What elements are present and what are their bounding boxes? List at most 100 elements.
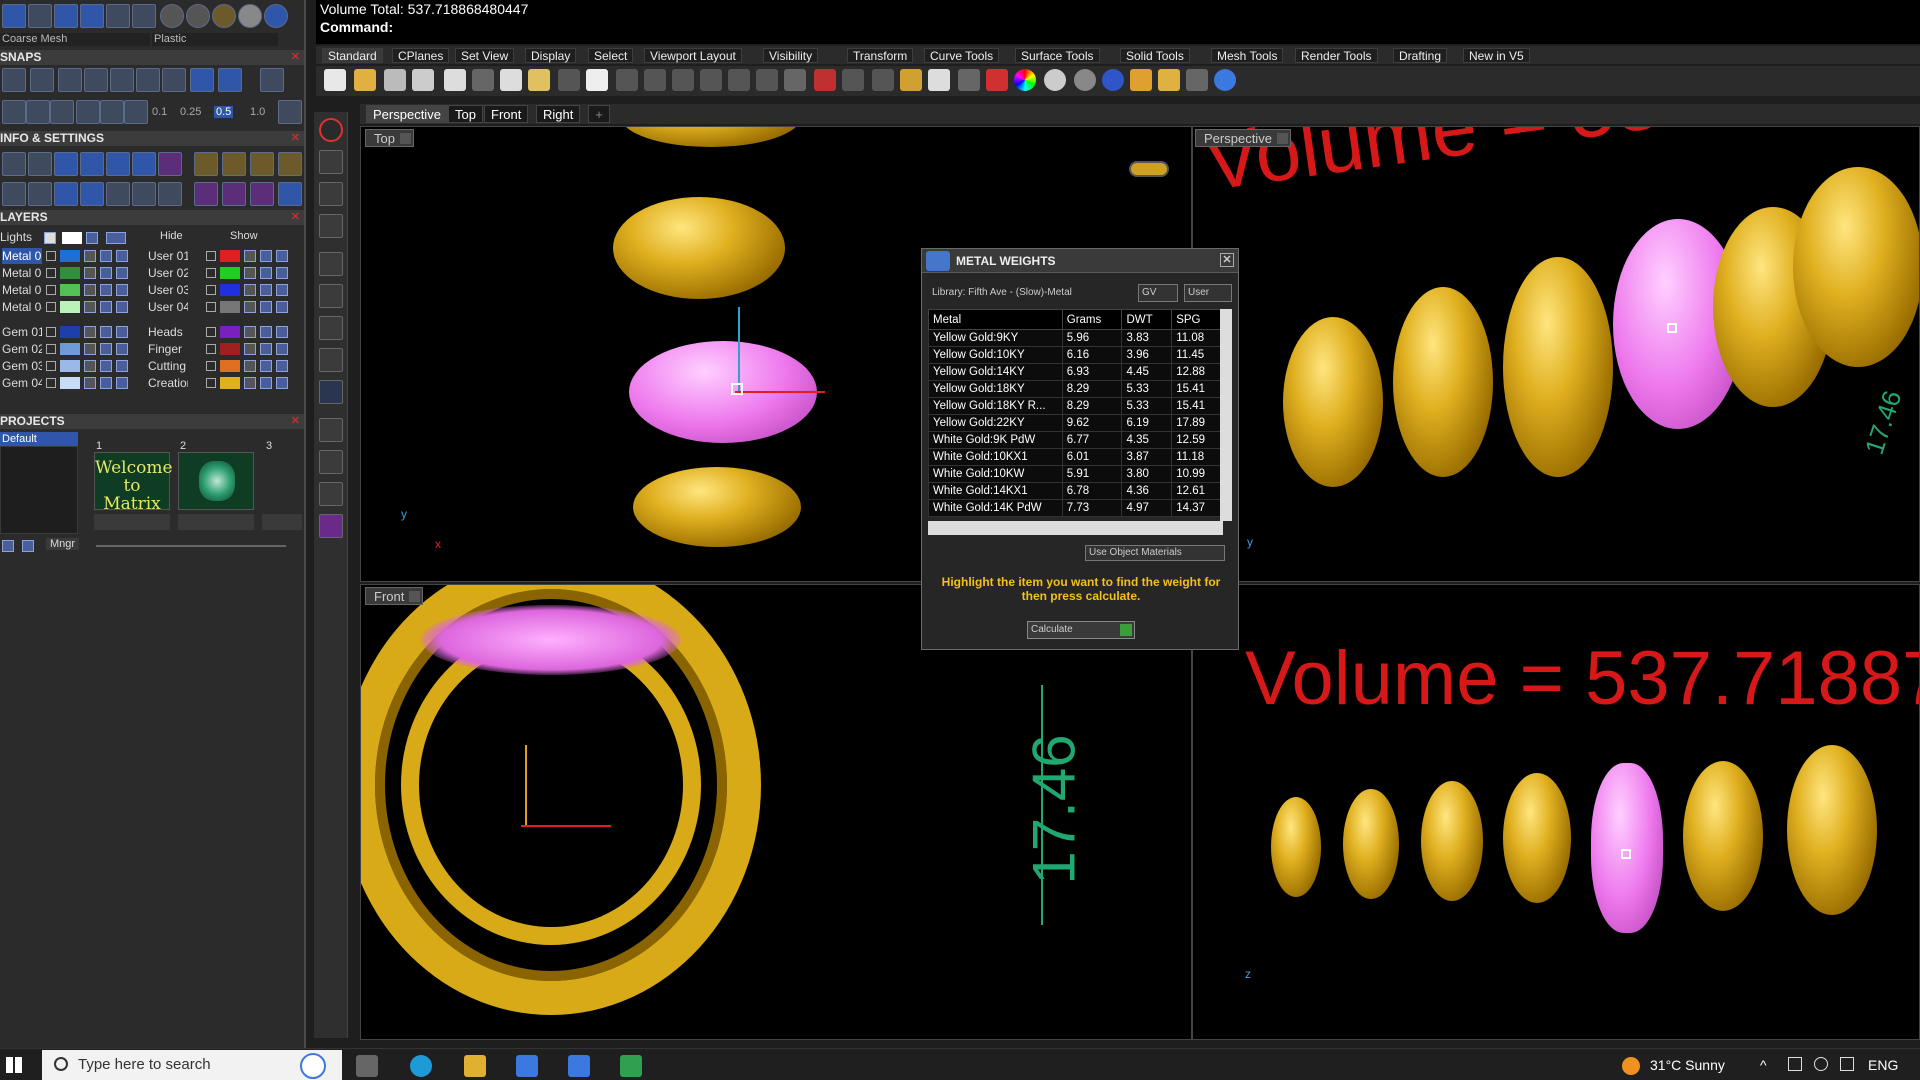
material-select[interactable]: Plastic: [152, 33, 278, 46]
expand-icon[interactable]: [206, 327, 216, 337]
blue-ball-icon[interactable]: [264, 4, 288, 28]
lock-icon[interactable]: [244, 343, 256, 355]
layer-row[interactable]: Gem 04: [0, 375, 140, 391]
snap-icon[interactable]: [2, 100, 26, 124]
wireframe-sphere-icon[interactable]: [1044, 69, 1066, 91]
snap-icon[interactable]: [100, 100, 124, 124]
layer-row[interactable]: Heads: [146, 324, 304, 340]
table-row[interactable]: Yellow Gold:18KY R... 8.29 5.33 15.41: [928, 397, 1223, 415]
copy-icon[interactable]: [444, 69, 466, 91]
manager-button[interactable]: Mngr: [46, 538, 80, 550]
table-row[interactable]: Yellow Gold:10KY 6.16 3.96 11.45: [928, 346, 1223, 364]
undo-view-icon[interactable]: [756, 69, 778, 91]
column-header[interactable]: Metal: [928, 309, 1063, 330]
expand-icon[interactable]: [206, 251, 216, 261]
search-icon[interactable]: [28, 152, 52, 176]
table-row[interactable]: Yellow Gold:14KY 6.93 4.45 12.88: [928, 363, 1223, 381]
wifi-icon[interactable]: [1814, 1057, 1828, 1071]
projects-slider[interactable]: [96, 545, 286, 547]
layer-color-swatch[interactable]: [60, 343, 80, 355]
lock-icon[interactable]: [84, 326, 96, 338]
use-object-materials-select[interactable]: Use Object Materials: [1085, 545, 1225, 561]
snap-icon[interactable]: [260, 68, 284, 92]
snap-icon[interactable]: [136, 68, 160, 92]
render-toggle[interactable]: [116, 284, 128, 296]
point-icon[interactable]: [872, 69, 894, 91]
tool-icon[interactable]: [278, 152, 302, 176]
close-icon[interactable]: ✕: [291, 50, 300, 65]
gumball-center[interactable]: [1621, 849, 1631, 859]
tab-transform[interactable]: Transform: [847, 48, 914, 63]
viewport-front[interactable]: 17.46 Front: [360, 584, 1192, 1040]
tab-perspective[interactable]: Perspective: [366, 105, 448, 123]
zoom-icon[interactable]: [644, 69, 666, 91]
expand-icon[interactable]: [46, 251, 56, 261]
light-icon[interactable]: [928, 69, 950, 91]
brush-tool-icon[interactable]: [319, 450, 343, 474]
snap-value[interactable]: 0.1: [152, 106, 167, 118]
layer-row[interactable]: User 04: [146, 299, 304, 315]
render-toggle[interactable]: [276, 377, 288, 389]
properties-icon[interactable]: [106, 152, 130, 176]
gem-cluster-icon[interactable]: [319, 514, 343, 538]
lock-icon[interactable]: [958, 69, 980, 91]
expand-icon[interactable]: [206, 344, 216, 354]
render-toggle[interactable]: [276, 301, 288, 313]
shaded-sphere-icon[interactable]: [1074, 69, 1096, 91]
lights-color[interactable]: [62, 232, 82, 244]
lock-icon[interactable]: [84, 360, 96, 372]
lock-icon[interactable]: [244, 267, 256, 279]
silver-ball-icon[interactable]: [238, 4, 262, 28]
undo-icon[interactable]: [558, 69, 580, 91]
layer-row[interactable]: User 02: [146, 265, 304, 281]
edge-icon[interactable]: [410, 1055, 432, 1077]
zoom-extents-icon[interactable]: [700, 69, 722, 91]
table-row[interactable]: Yellow Gold:22KY 9.62 6.19 17.89: [928, 414, 1223, 432]
tool-icon[interactable]: [222, 152, 246, 176]
visibility-toggle[interactable]: [260, 326, 272, 338]
rotate-view-icon[interactable]: [616, 69, 638, 91]
gem-tool-icon[interactable]: [250, 182, 274, 206]
mesh-select[interactable]: Coarse Mesh: [0, 33, 150, 46]
visibility-icon[interactable]: [106, 232, 126, 244]
snap-icon[interactable]: [190, 68, 214, 92]
visibility-toggle[interactable]: [100, 326, 112, 338]
close-icon[interactable]: ✕: [291, 414, 300, 429]
snap-icon[interactable]: [110, 68, 134, 92]
layer-color-swatch[interactable]: [220, 360, 240, 372]
chevron-down-icon[interactable]: [409, 591, 421, 602]
rendered-sphere-icon[interactable]: [1102, 69, 1124, 91]
lock-icon[interactable]: [84, 284, 96, 296]
tab-right[interactable]: Right: [536, 105, 581, 123]
layer-color-swatch[interactable]: [220, 377, 240, 389]
render-toggle[interactable]: [116, 360, 128, 372]
point-tool-icon[interactable]: [319, 150, 343, 174]
box-tool-icon[interactable]: [319, 284, 343, 308]
pan-hand-icon[interactable]: [586, 69, 608, 91]
expand-icon[interactable]: [46, 302, 56, 312]
add-tab-icon[interactable]: +: [588, 105, 610, 123]
expand-icon[interactable]: [46, 378, 56, 388]
user-select[interactable]: User: [1184, 284, 1232, 302]
add-project-button[interactable]: [2, 540, 14, 552]
snap-icon[interactable]: [50, 100, 74, 124]
scatter-icon[interactable]: [132, 182, 156, 206]
expand-icon[interactable]: [206, 268, 216, 278]
zoom-selected-icon[interactable]: [728, 69, 750, 91]
expand-icon[interactable]: [206, 378, 216, 388]
render-toggle[interactable]: [116, 377, 128, 389]
column-header[interactable]: DWT: [1121, 309, 1173, 330]
expand-icon[interactable]: [46, 361, 56, 371]
snap-value[interactable]: 1.0: [250, 106, 265, 118]
render-toggle[interactable]: [116, 267, 128, 279]
stop-icon[interactable]: [319, 118, 343, 142]
tab-mesh-tools[interactable]: Mesh Tools: [1211, 48, 1284, 63]
gold-ball-icon[interactable]: [212, 4, 236, 28]
close-icon[interactable]: ✕: [291, 131, 300, 146]
tab-curve-tools[interactable]: Curve Tools: [924, 48, 1000, 63]
table-row[interactable]: White Gold:9K PdW 6.77 4.35 12.59: [928, 431, 1223, 449]
layer-row[interactable]: Metal 01: [0, 248, 140, 264]
chevron-up-icon[interactable]: ^: [1760, 1057, 1767, 1073]
command-area[interactable]: Volume Total: 537.718868480447 Command:: [316, 0, 1920, 44]
layer-color-swatch[interactable]: [60, 326, 80, 338]
